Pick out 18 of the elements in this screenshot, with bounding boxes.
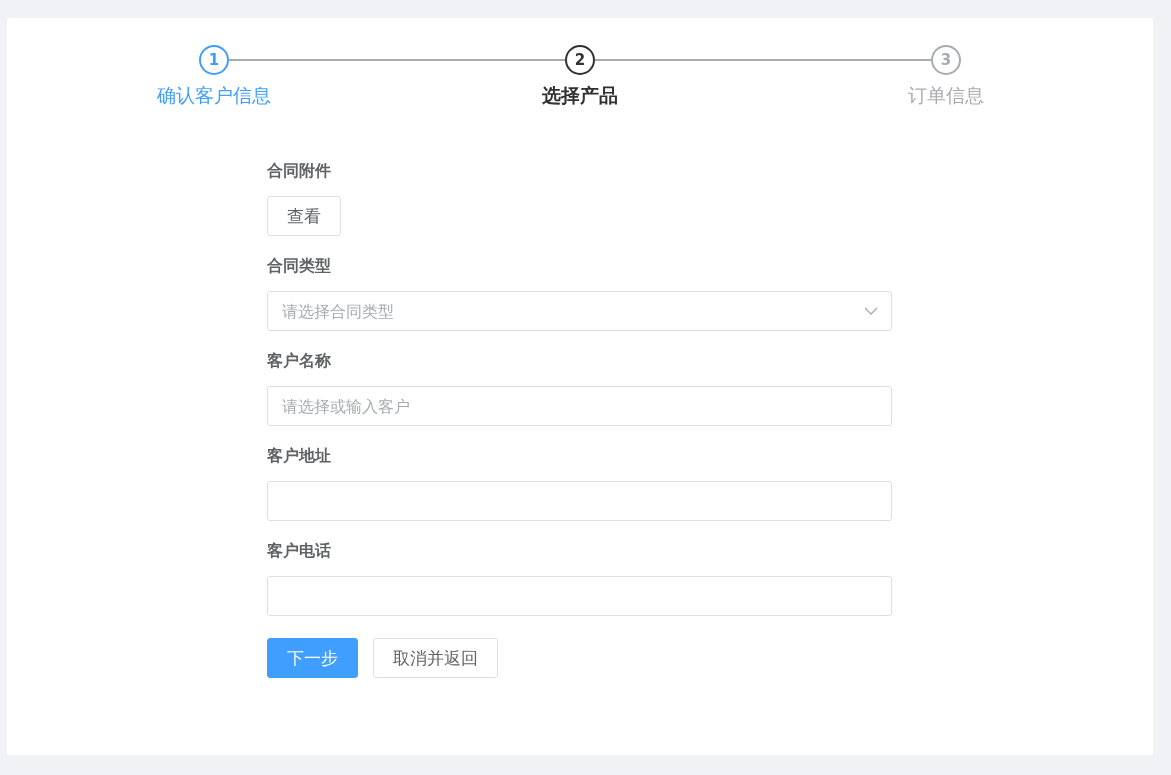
field-label: 客户地址 [267, 446, 332, 467]
field-label: 合同附件 [267, 161, 332, 182]
input-field[interactable] [267, 481, 892, 521]
step-number: 1 [199, 45, 229, 75]
step-label: 选择产品 [542, 83, 618, 108]
chevron-down-icon [864, 307, 878, 315]
view-button[interactable]: 查看 [267, 196, 341, 236]
step-number: 3 [931, 45, 961, 75]
step-number: 2 [565, 45, 595, 75]
input-field[interactable]: 请选择或输入客户 [267, 386, 892, 426]
step-label: 确认客户信息 [157, 83, 271, 108]
field-label: 合同类型 [267, 256, 332, 277]
input-field[interactable] [267, 576, 892, 616]
field-label: 客户名称 [267, 351, 332, 372]
cancel-button[interactable]: 取消并返回 [373, 638, 498, 678]
step-label: 订单信息 [908, 83, 984, 108]
field-label: 客户电话 [267, 541, 332, 562]
select-field[interactable]: 请选择合同类型 [267, 291, 892, 331]
